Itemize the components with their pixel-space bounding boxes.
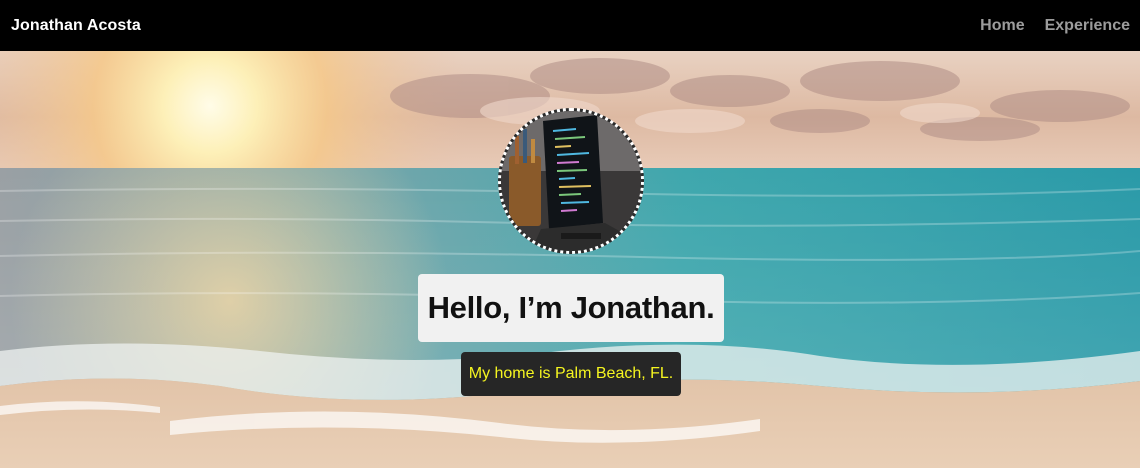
navbar: Jonathan Acosta Home Experience <box>0 0 1140 51</box>
hero-section: Hello, I’m Jonathan. My home is Palm Bea… <box>0 51 1140 468</box>
nav-link-experience[interactable]: Experience <box>1045 17 1130 35</box>
laptop-code-icon <box>501 111 641 251</box>
hero-subline: My home is Palm Beach, FL. <box>468 365 674 382</box>
headline-box: Hello, I’m Jonathan. <box>418 274 724 342</box>
avatar <box>498 108 644 254</box>
brand-link[interactable]: Jonathan Acosta <box>11 17 141 35</box>
subline-box: My home is Palm Beach, FL. <box>461 352 681 396</box>
nav-link-home[interactable]: Home <box>980 17 1024 35</box>
nav-links: Home Experience <box>960 17 1130 35</box>
hero-headline: Hello, I’m Jonathan. <box>427 290 715 325</box>
